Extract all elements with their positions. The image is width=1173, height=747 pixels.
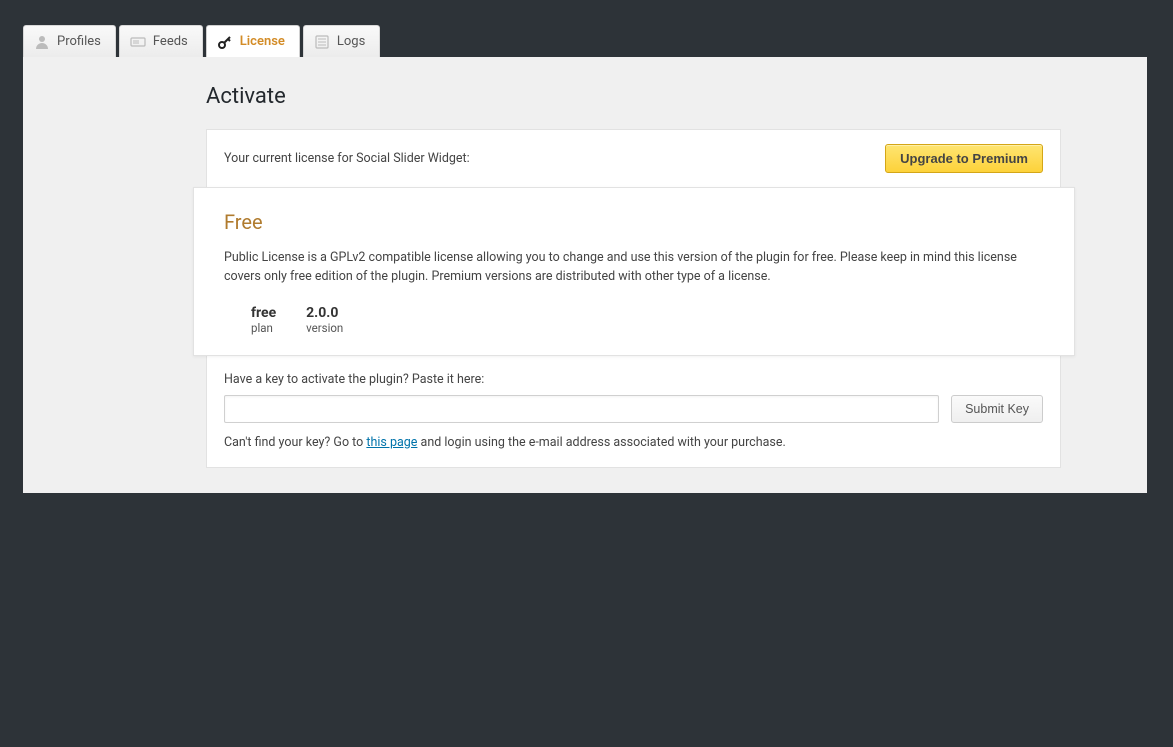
plan-label: plan (251, 321, 276, 335)
page-title: Activate (23, 57, 1147, 129)
plan-meta: free plan (251, 305, 276, 335)
list-icon (314, 34, 330, 50)
help-text: Can't find your key? Go to this page and… (224, 435, 1043, 450)
license-key-input[interactable] (224, 395, 939, 423)
key-icon (217, 34, 233, 50)
version-meta: 2.0.0 version (306, 305, 343, 335)
tab-bar: Profiles Feeds License Logs (0, 0, 1173, 57)
key-input-row: Submit Key (224, 395, 1043, 423)
help-prefix: Can't find your key? Go to (224, 435, 366, 450)
upgrade-button[interactable]: Upgrade to Premium (885, 144, 1043, 173)
card-header: Your current license for Social Slider W… (207, 130, 1060, 187)
tab-label: Logs (337, 34, 365, 49)
feed-icon (130, 36, 146, 48)
tab-license[interactable]: License (206, 25, 300, 57)
activation-section: Have a key to activate the plugin? Paste… (207, 356, 1060, 467)
help-link[interactable]: this page (366, 435, 417, 450)
plan-value: free (251, 305, 276, 321)
content-area: Activate Your current license for Social… (23, 57, 1147, 493)
tab-profiles[interactable]: Profiles (23, 25, 116, 57)
version-value: 2.0.0 (306, 305, 343, 321)
tab-label: License (240, 34, 285, 49)
user-icon (34, 34, 50, 50)
tab-label: Profiles (57, 34, 101, 49)
license-meta: free plan 2.0.0 version (224, 305, 1044, 335)
tab-label: Feeds (153, 34, 188, 49)
license-name: Free (224, 210, 1044, 234)
current-license-label: Your current license for Social Slider W… (224, 151, 470, 166)
tab-feeds[interactable]: Feeds (119, 25, 203, 57)
submit-key-button[interactable]: Submit Key (951, 395, 1043, 423)
help-suffix: and login using the e-mail address assoc… (417, 435, 785, 450)
tab-logs[interactable]: Logs (303, 25, 380, 57)
version-label: version (306, 321, 343, 335)
license-card: Your current license for Social Slider W… (206, 129, 1061, 468)
license-description: Public License is a GPLv2 compatible lic… (224, 248, 1044, 287)
key-prompt: Have a key to activate the plugin? Paste… (224, 372, 1043, 387)
license-details-panel: Free Public License is a GPLv2 compatibl… (193, 187, 1075, 356)
